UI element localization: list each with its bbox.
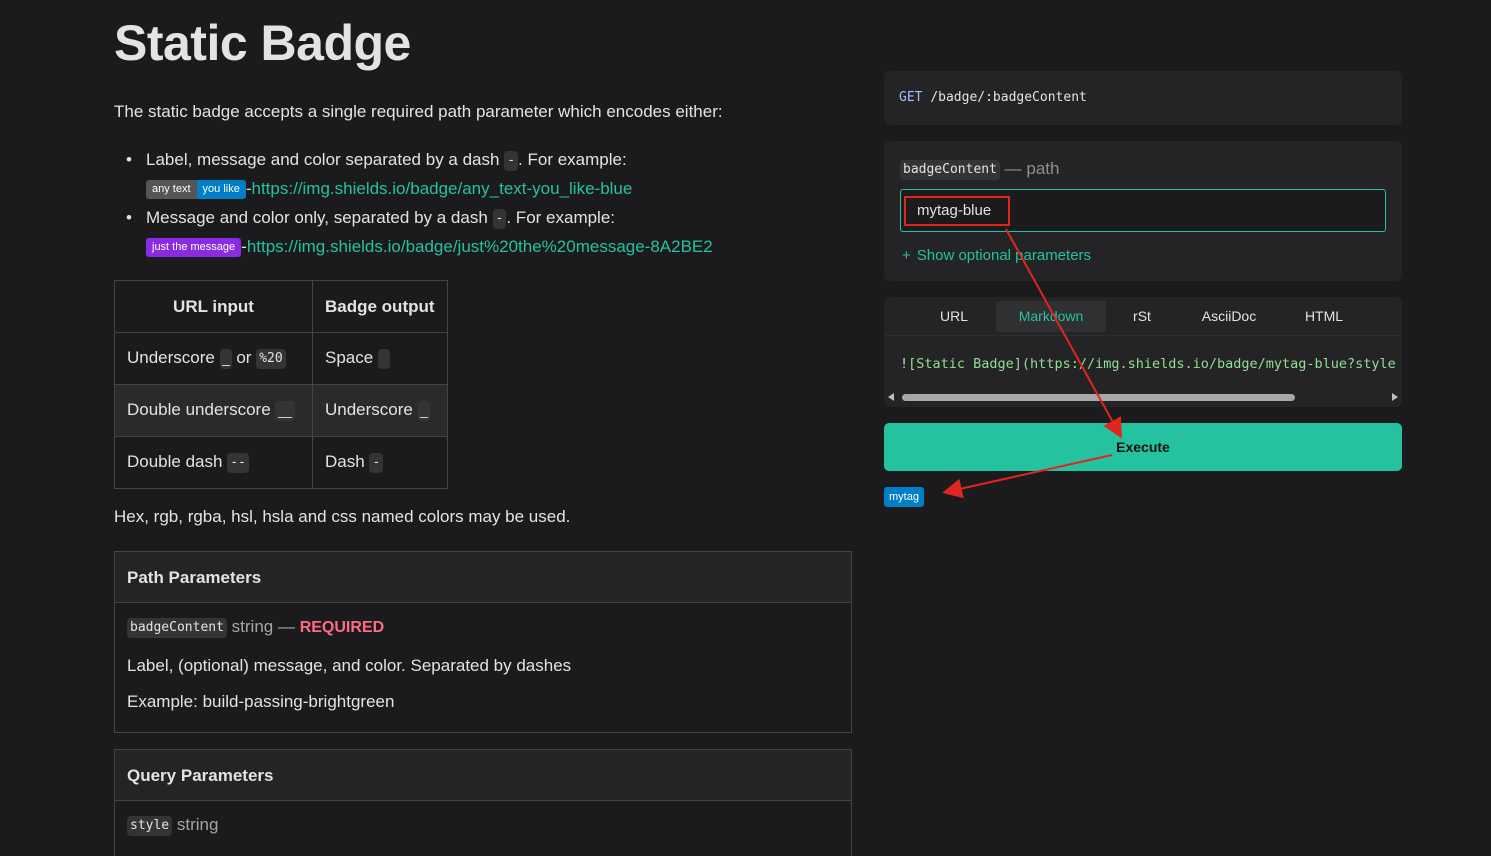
cell-text: Double dash (127, 452, 223, 472)
param-description: Label, (optional) message, and color. Se… (127, 655, 572, 675)
double-underscore-code (275, 400, 296, 421)
param-name: style (127, 815, 173, 836)
cell-text: Space (325, 348, 374, 368)
list-item: Label, message and color separated by a … (126, 146, 846, 204)
tab-rst[interactable]: rSt (1106, 301, 1178, 332)
cell-text: Dash (325, 452, 365, 472)
table-header-row: URL input Badge output (114, 280, 448, 333)
example-badge: any text you like (146, 180, 246, 200)
percent20-code: %20 (256, 348, 286, 369)
badge-message: just the message (146, 238, 242, 258)
tab-html[interactable]: HTML (1284, 301, 1364, 332)
page-title: Static Badge (114, 15, 411, 71)
example-line: any text you like -https://img.shields.io/… (146, 174, 846, 204)
scroll-thumb[interactable] (902, 394, 1295, 401)
app-window: Static Badge The static badge accepts a … (0, 0, 1491, 856)
param-type: string (231, 617, 274, 636)
param-name: badgeContent (900, 159, 1000, 180)
cell-text: Double underscore (127, 400, 271, 420)
param-label-row: badgeContent — path (900, 159, 1059, 180)
bullet-text-after: . For example: (518, 150, 627, 169)
colors-note: Hex, rgb, rgba, hsl, hsla and css named … (114, 507, 571, 526)
result-badge: mytag (884, 487, 924, 507)
scroll-right-icon[interactable] (1392, 393, 1398, 401)
bullet-text-after: . For example: (506, 208, 616, 227)
param-example: Example: build-passing-brightgreen (127, 691, 395, 711)
format-list: Label, message and color separated by a … (126, 146, 846, 262)
param-type: string (176, 815, 219, 834)
dash-code: - (492, 208, 507, 229)
endpoint-line: GET /badge/:badgeContent (899, 90, 1087, 105)
table-header: Badge output (312, 280, 448, 333)
scroll-left-icon[interactable] (888, 393, 894, 401)
cell-text: Underscore (127, 348, 215, 368)
param-kind: — path (1004, 159, 1060, 178)
tab-url[interactable]: URL (899, 301, 1009, 332)
path-parameters-heading: Path Parameters (115, 552, 851, 603)
endpoint-panel: GET /badge/:badgeContent (884, 71, 1402, 125)
bullet-text: Message and color only, separated by a d… (146, 208, 488, 227)
snippet-bang: ! (900, 356, 909, 372)
snippet-text: [Static Badge](https://img.shields.io/ba… (908, 356, 1396, 372)
bullet-text: Label, message and color separated by a … (146, 150, 500, 169)
http-verb: GET (899, 90, 923, 105)
plus-icon: + (902, 247, 911, 264)
table-cell: Dash - (312, 436, 448, 489)
cell-text: or (236, 348, 252, 368)
double-dash-code: -- (227, 452, 249, 473)
markdown-snippet: ![Static Badge](https://img.shields.io/b… (900, 356, 1402, 372)
query-parameters-heading: Query Parameters (115, 750, 851, 801)
mapping-table: URL input Badge output Underscore or %20… (114, 280, 448, 489)
path-parameters-body: badgeContent string — REQUIRED Label, (o… (115, 603, 851, 726)
optional-label: Show optional parameters (916, 247, 1092, 264)
dash-code: - (504, 150, 519, 171)
param-signature: badgeContent string — REQUIRED (127, 617, 839, 638)
horizontal-scrollbar[interactable] (884, 391, 1402, 403)
example-badge: just the message (146, 238, 242, 258)
execute-button[interactable]: Execute (884, 423, 1402, 471)
underscore-code (219, 348, 232, 369)
example-link[interactable]: https://img.shields.io/badge/just%20the%… (247, 237, 713, 256)
example-link[interactable]: https://img.shields.io/badge/any_text-yo… (252, 179, 633, 198)
space-code (377, 348, 390, 369)
badge-content-field[interactable] (900, 189, 1386, 232)
tab-markdown[interactable]: Markdown (996, 301, 1106, 332)
badge-message: you like (196, 180, 246, 200)
cell-text: Underscore (325, 400, 413, 420)
table-header: URL input (114, 280, 313, 333)
table-row: Double underscore Underscore (114, 384, 448, 437)
param-name: badgeContent (127, 617, 227, 638)
snippet-panel: URL Markdown rSt AsciiDoc HTML ![Static … (884, 297, 1402, 407)
parameters-panel: badgeContent — path + Show optional param… (884, 141, 1402, 281)
table-cell: Double dash -- (114, 436, 313, 489)
table-row: Double dash -- Dash - (114, 436, 448, 489)
badge-content-input[interactable] (901, 190, 1385, 231)
query-parameters-box: Query Parameters style string (114, 749, 852, 856)
badge-label: any text (146, 180, 197, 200)
param-separator: — (277, 617, 295, 636)
endpoint-path: /badge/:badgeContent (930, 90, 1087, 105)
table-cell: Underscore or %20 (114, 332, 313, 385)
show-optional-parameters-button[interactable]: + Show optional parameters (902, 247, 1091, 264)
underscore-code (417, 400, 430, 421)
table-cell: Double underscore (114, 384, 313, 437)
query-parameters-body: style string (115, 801, 851, 850)
list-item: Message and color only, separated by a d… (126, 204, 846, 262)
dash-code: - (369, 452, 384, 473)
required-label: REQUIRED (299, 619, 385, 636)
table-row: Underscore or %20 Space (114, 332, 448, 385)
format-tabs: URL Markdown rSt AsciiDoc HTML (884, 297, 1402, 336)
path-parameters-box: Path Parameters badgeContent string — RE… (114, 551, 852, 733)
intro-text: The static badge accepts a single requir… (114, 102, 723, 121)
table-cell: Space (312, 332, 448, 385)
example-line: just the message -https://img.shields.io/… (146, 232, 846, 262)
tab-asciidoc[interactable]: AsciiDoc (1184, 301, 1274, 332)
table-cell: Underscore (312, 384, 448, 437)
